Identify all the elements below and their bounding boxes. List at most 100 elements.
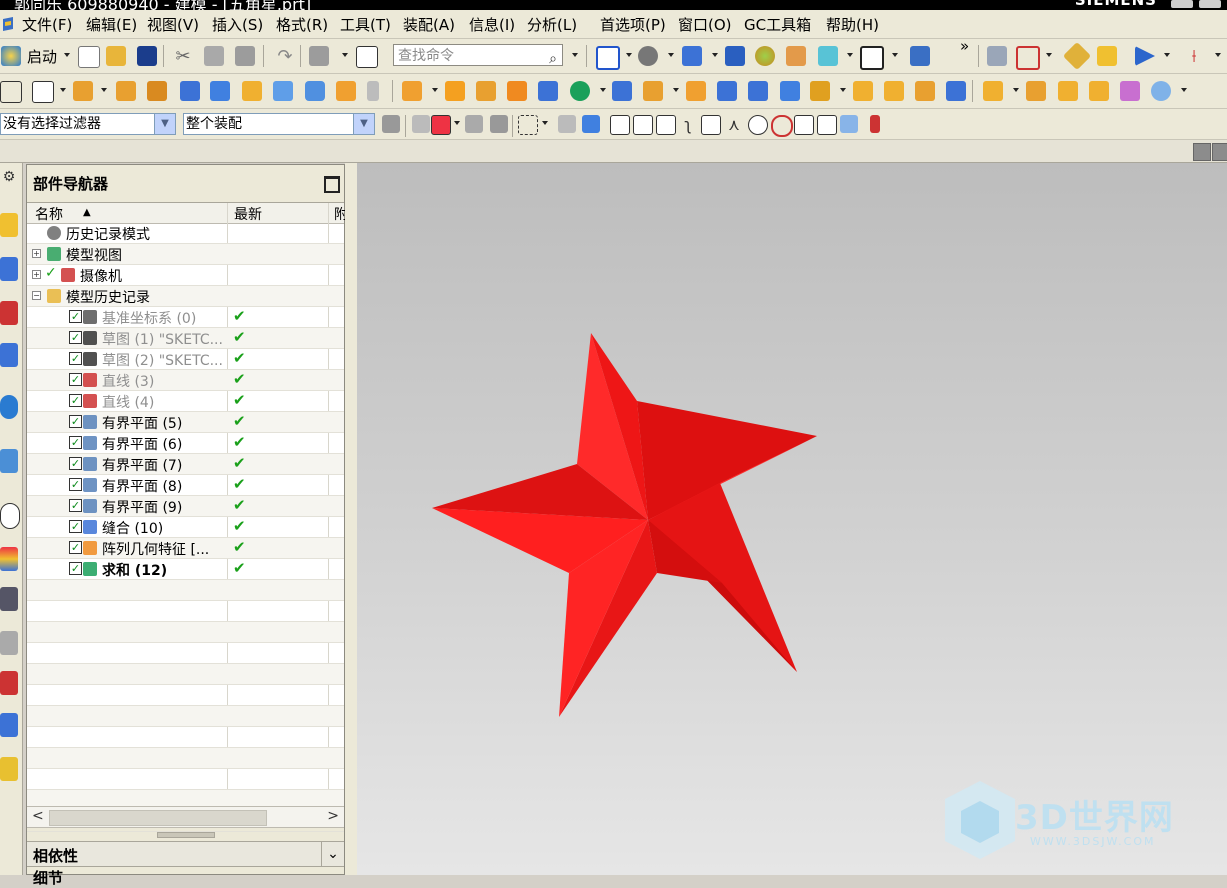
table-row[interactable]: ✓ 有界平面 (5) ✔ [27,412,344,433]
table-row[interactable]: ✓ 有界平面 (6) ✔ [27,433,344,454]
hole-icon[interactable] [147,81,167,101]
menu-preferences[interactable]: 首选项(P) [600,14,666,35]
menu-assemblies[interactable]: 装配(A) [403,14,455,35]
table-row[interactable]: ✓ 求和 (12) ✔ [27,559,344,580]
repeat-dropdown[interactable] [342,53,348,57]
column-latest[interactable]: 最新 [234,204,262,224]
table-row[interactable]: ✓ 草图 (2) "SKETC... ✔ [27,349,344,370]
menu-information[interactable]: 信息(I) [469,14,515,35]
command-search-input[interactable]: 查找命令 ⌕ [393,44,563,67]
menu-format[interactable]: 格式(R) [276,14,328,35]
palette-icon[interactable] [0,757,18,781]
edge-blend-icon[interactable] [717,81,737,101]
clock-icon[interactable] [0,503,20,529]
synchronous-move-icon[interactable] [983,81,1003,101]
visibility-checkbox[interactable]: ✓ [69,478,82,491]
curve-point-icon[interactable]: ʅ [679,115,697,134]
chevron-down-icon[interactable]: ▼ [353,114,374,134]
menu-help[interactable]: 帮助(H) [826,14,879,35]
emboss-icon[interactable] [476,81,496,101]
visibility-checkbox[interactable]: ✓ [69,310,82,323]
chevron-down-icon[interactable]: ⌄ [321,842,344,866]
dependencies-section[interactable]: 相依性 ⌄ [27,841,344,867]
scroll-left-icon[interactable]: < [32,808,44,824]
toolbar-overflow-icon[interactable]: » [960,37,969,55]
sweep-icon[interactable] [853,81,873,101]
snap-settings-icon[interactable] [558,115,576,133]
resize-blend-icon[interactable] [1089,81,1109,101]
maximize-panel-icon[interactable] [324,176,340,193]
intersection-icon[interactable]: ⋏ [725,115,743,134]
open-folder-icon[interactable] [106,46,126,66]
draft-icon[interactable] [780,81,800,101]
arc-center-icon[interactable] [748,115,768,135]
edit-section-icon[interactable] [818,46,838,66]
reuse-library-icon[interactable] [0,343,18,367]
app-menu-icon[interactable] [1,16,15,32]
face-selection-icon[interactable] [465,115,483,133]
sphere-icon[interactable] [273,81,293,101]
table-row[interactable]: ✓ 缝合 (10) ✔ [27,517,344,538]
visibility-checkbox[interactable]: ✓ [69,499,82,512]
split-body-icon[interactable] [612,81,632,101]
manufacturing-wizard-icon[interactable] [0,631,18,655]
point-on-curve-icon[interactable] [817,115,837,135]
visibility-checkbox[interactable]: ✓ [69,331,82,344]
visibility-checkbox[interactable]: ✓ [69,541,82,554]
expand-toggle-icon[interactable]: − [32,291,41,300]
expand-toggle-icon[interactable]: + [32,249,41,258]
motion-icon[interactable] [1135,46,1155,66]
layer-settings-icon[interactable] [987,46,1007,66]
redo-icon[interactable]: ↷ [275,46,295,67]
menu-window[interactable]: 窗口(O) [678,14,732,35]
expand-toggle-icon[interactable]: + [32,270,41,279]
system-materials-icon[interactable] [0,547,18,571]
end-point-icon[interactable] [633,115,653,135]
table-row[interactable]: + 模型视图 [27,244,344,265]
repeat-command-icon[interactable] [309,46,329,66]
rectangle-select-icon[interactable] [518,115,538,135]
roles-icon[interactable] [0,671,18,695]
selection-scope-select[interactable]: 整个装配 ▼ [183,113,375,135]
bounding-box-icon[interactable] [870,115,880,133]
control-point-icon[interactable] [701,115,721,135]
replace-face-icon[interactable] [1026,81,1046,101]
cascade-windows-icon[interactable] [1212,143,1227,161]
menu-insert[interactable]: 插入(S) [212,14,263,35]
combine-icon[interactable] [538,81,558,101]
new-file-icon[interactable] [78,46,100,68]
render-style-icon[interactable] [755,46,775,66]
table-row[interactable]: ✓ 有界平面 (7) ✔ [27,454,344,475]
column-name[interactable]: 名称 [35,204,63,224]
pattern-feature-icon[interactable] [507,81,527,101]
block-icon[interactable] [180,81,200,101]
chamfer-icon[interactable] [748,81,768,101]
scroll-right-icon[interactable]: > [327,808,339,824]
visibility-checkbox[interactable]: ✓ [69,436,82,449]
tube-icon[interactable] [305,81,325,101]
thicken-icon[interactable] [810,81,830,101]
revolve-icon[interactable] [116,81,136,101]
menu-edit[interactable]: 编辑(E) [86,14,137,35]
gear-icon[interactable]: ⚙ [0,169,18,193]
table-row[interactable]: − 模型历史记录 [27,286,344,307]
table-row[interactable]: ✓ 直线 (3) ✔ [27,370,344,391]
shell-icon[interactable] [686,81,706,101]
panel-splitter[interactable] [157,832,215,838]
edge-selection-icon[interactable] [490,115,508,133]
body-selection-icon[interactable] [431,115,451,135]
table-row[interactable]: ✓ 基准坐标系 (0) ✔ [27,307,344,328]
menu-gc-toolkit[interactable]: GC工具箱 [744,14,811,35]
menu-analysis[interactable]: 分析(L) [527,14,577,35]
table-row[interactable]: ✓ 直线 (4) ✔ [27,391,344,412]
wcs-icon[interactable] [910,46,930,66]
tube-sweep-icon[interactable] [884,81,904,101]
assembly-navigator-icon[interactable] [0,213,18,237]
details-label[interactable]: 细节 [33,867,63,888]
shaded-icon[interactable] [725,46,745,66]
search-dropdown[interactable] [572,53,578,57]
save-icon[interactable] [137,46,157,66]
table-row[interactable]: 历史记录模式 [27,223,344,244]
visibility-checkbox[interactable]: ✓ [69,520,82,533]
visibility-checkbox[interactable]: ✓ [69,394,82,407]
